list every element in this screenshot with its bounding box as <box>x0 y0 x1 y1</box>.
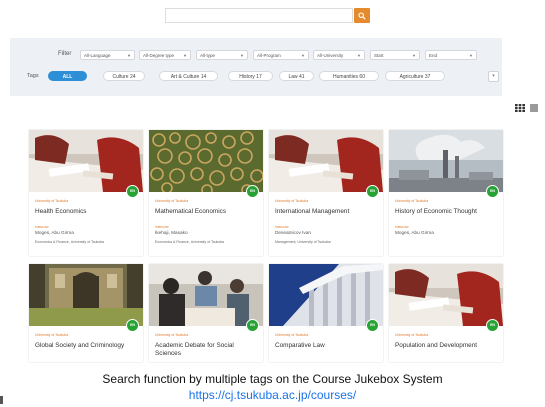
tag-law[interactable]: Law 41 <box>279 71 314 81</box>
instructor-name: Moges, Abu Girma <box>395 230 434 235</box>
instructor-name: Deseatnicov Ivan <box>275 230 311 235</box>
instructor-label: Instructor <box>395 225 409 229</box>
course-department: Management, University of Tsukuba <box>275 240 331 244</box>
university-name: University of Tsukuba <box>35 199 69 203</box>
language-badge: EN <box>486 319 499 332</box>
course-thumbnail <box>269 130 383 192</box>
course-department: Economics & Finance, University of Tsuku… <box>155 240 224 244</box>
caption-text: Search function by multiple tags on the … <box>102 372 443 386</box>
instructor-name: Ikehaji, Masako <box>155 230 188 235</box>
instructor-label: Instructor <box>35 225 49 229</box>
edge-mark <box>0 396 3 404</box>
course-title[interactable]: International Management <box>275 208 379 216</box>
dropdown-value: All-type <box>200 53 216 58</box>
tag-history[interactable]: History 17 <box>228 71 273 81</box>
course-card[interactable]: EN University of Tsukuba International M… <box>269 130 383 256</box>
course-thumbnail <box>149 130 263 192</box>
university-name: University of Tsukuba <box>35 333 69 337</box>
course-card[interactable]: EN University of Tsukuba Population and … <box>389 264 503 362</box>
chevron-down-icon: ▼ <box>412 53 416 58</box>
course-card[interactable]: EN University of Tsukuba Health Economic… <box>29 130 143 256</box>
filter-panel: Filter All-Language ▼ All-Degree type ▼ Al… <box>10 38 502 96</box>
tags-expand-button[interactable]: ▾ <box>488 71 499 82</box>
course-title[interactable]: Academic Debate for Social Sciences <box>155 342 259 358</box>
instructor-label: Instructor <box>155 225 169 229</box>
chevron-down-icon: ▼ <box>469 53 473 58</box>
tag-culture[interactable]: Culture 24 <box>103 71 145 81</box>
course-title[interactable]: History of Economic Thought <box>395 208 499 216</box>
chevron-down-icon: ▼ <box>127 53 131 58</box>
tags-label: Tags <box>27 73 39 79</box>
grid-view-icon[interactable] <box>515 104 525 112</box>
dropdown-value: End <box>429 53 438 58</box>
course-card[interactable]: EN University of Tsukuba History of Econ… <box>389 130 503 256</box>
chevron-down-icon: ▼ <box>183 53 187 58</box>
dropdown-value: All-Program <box>257 53 281 58</box>
search-icon <box>358 11 366 20</box>
tag-art-culture[interactable]: Art & Culture 14 <box>159 71 218 81</box>
dropdown-value: Start <box>374 53 384 58</box>
chevron-down-icon: ▼ <box>240 53 244 58</box>
chevron-down-icon: ▼ <box>357 53 361 58</box>
tag-all[interactable]: ALL <box>48 71 87 81</box>
university-name: University of Tsukuba <box>155 333 189 337</box>
end-dropdown[interactable]: End ▼ <box>425 50 477 60</box>
language-badge: EN <box>246 319 259 332</box>
dropdown-value: All-University <box>317 53 344 58</box>
course-title[interactable]: Mathematical Economics <box>155 208 259 216</box>
list-view-icon[interactable] <box>530 104 538 112</box>
course-thumbnail <box>29 264 143 326</box>
language-badge: EN <box>126 185 139 198</box>
university-dropdown[interactable]: All-University ▼ <box>313 50 365 60</box>
language-badge: EN <box>486 185 499 198</box>
search-bar <box>165 8 370 23</box>
language-badge: EN <box>366 319 379 332</box>
search-button[interactable] <box>354 8 370 23</box>
tag-agriculture[interactable]: Agriculture 37 <box>385 71 445 81</box>
language-badge: EN <box>126 319 139 332</box>
course-title[interactable]: Comparative Law <box>275 342 379 350</box>
course-card[interactable]: EN University of Tsukuba Comparative Law <box>269 264 383 362</box>
course-department: Economics & Finance, University of Tsuku… <box>35 240 104 244</box>
chevron-down-icon: ▼ <box>301 53 305 58</box>
instructor-label: Instructor <box>275 225 289 229</box>
language-badge: EN <box>246 185 259 198</box>
course-card[interactable]: EN University of Tsukuba Global Society … <box>29 264 143 362</box>
course-title[interactable]: Population and Development <box>395 342 499 350</box>
course-thumbnail <box>389 130 503 192</box>
university-name: University of Tsukuba <box>395 333 429 337</box>
tags-row: Tags ALL Culture 24 Art & Culture 14 His… <box>10 71 502 82</box>
course-title[interactable]: Global Society and Criminology <box>35 342 139 350</box>
search-input[interactable] <box>165 8 353 23</box>
course-thumbnail <box>149 264 263 326</box>
course-card[interactable]: EN University of Tsukuba Mathematical Ec… <box>149 130 263 256</box>
university-name: University of Tsukuba <box>395 199 429 203</box>
course-thumbnail <box>389 264 503 326</box>
language-dropdown[interactable]: All-Language ▼ <box>80 50 135 60</box>
caption-link[interactable]: https://cj.tsukuba.ac.jp/courses/ <box>0 388 545 402</box>
course-thumbnail <box>269 264 383 326</box>
instructor-name: Moges, Abu Girma <box>35 230 74 235</box>
start-dropdown[interactable]: Start ▼ <box>370 50 420 60</box>
course-title[interactable]: Health Economics <box>35 208 139 216</box>
course-card[interactable]: EN University of Tsukuba Academic Debate… <box>149 264 263 362</box>
chevron-down-icon: ▾ <box>492 73 495 79</box>
university-name: University of Tsukuba <box>155 199 189 203</box>
language-badge: EN <box>366 185 379 198</box>
dropdown-value: All-Degree type <box>143 53 175 58</box>
university-name: University of Tsukuba <box>275 199 309 203</box>
course-thumbnail <box>29 130 143 192</box>
type-dropdown[interactable]: All-type ▼ <box>196 50 248 60</box>
program-dropdown[interactable]: All-Program ▼ <box>253 50 309 60</box>
filter-row: Filter All-Language ▼ All-Degree type ▼ Al… <box>10 50 502 61</box>
filter-label: Filter <box>58 51 72 57</box>
degree-type-dropdown[interactable]: All-Degree type ▼ <box>139 50 191 60</box>
university-name: University of Tsukuba <box>275 333 309 337</box>
tag-humanities[interactable]: Humanities 60 <box>319 71 379 81</box>
dropdown-value: All-Language <box>84 53 111 58</box>
